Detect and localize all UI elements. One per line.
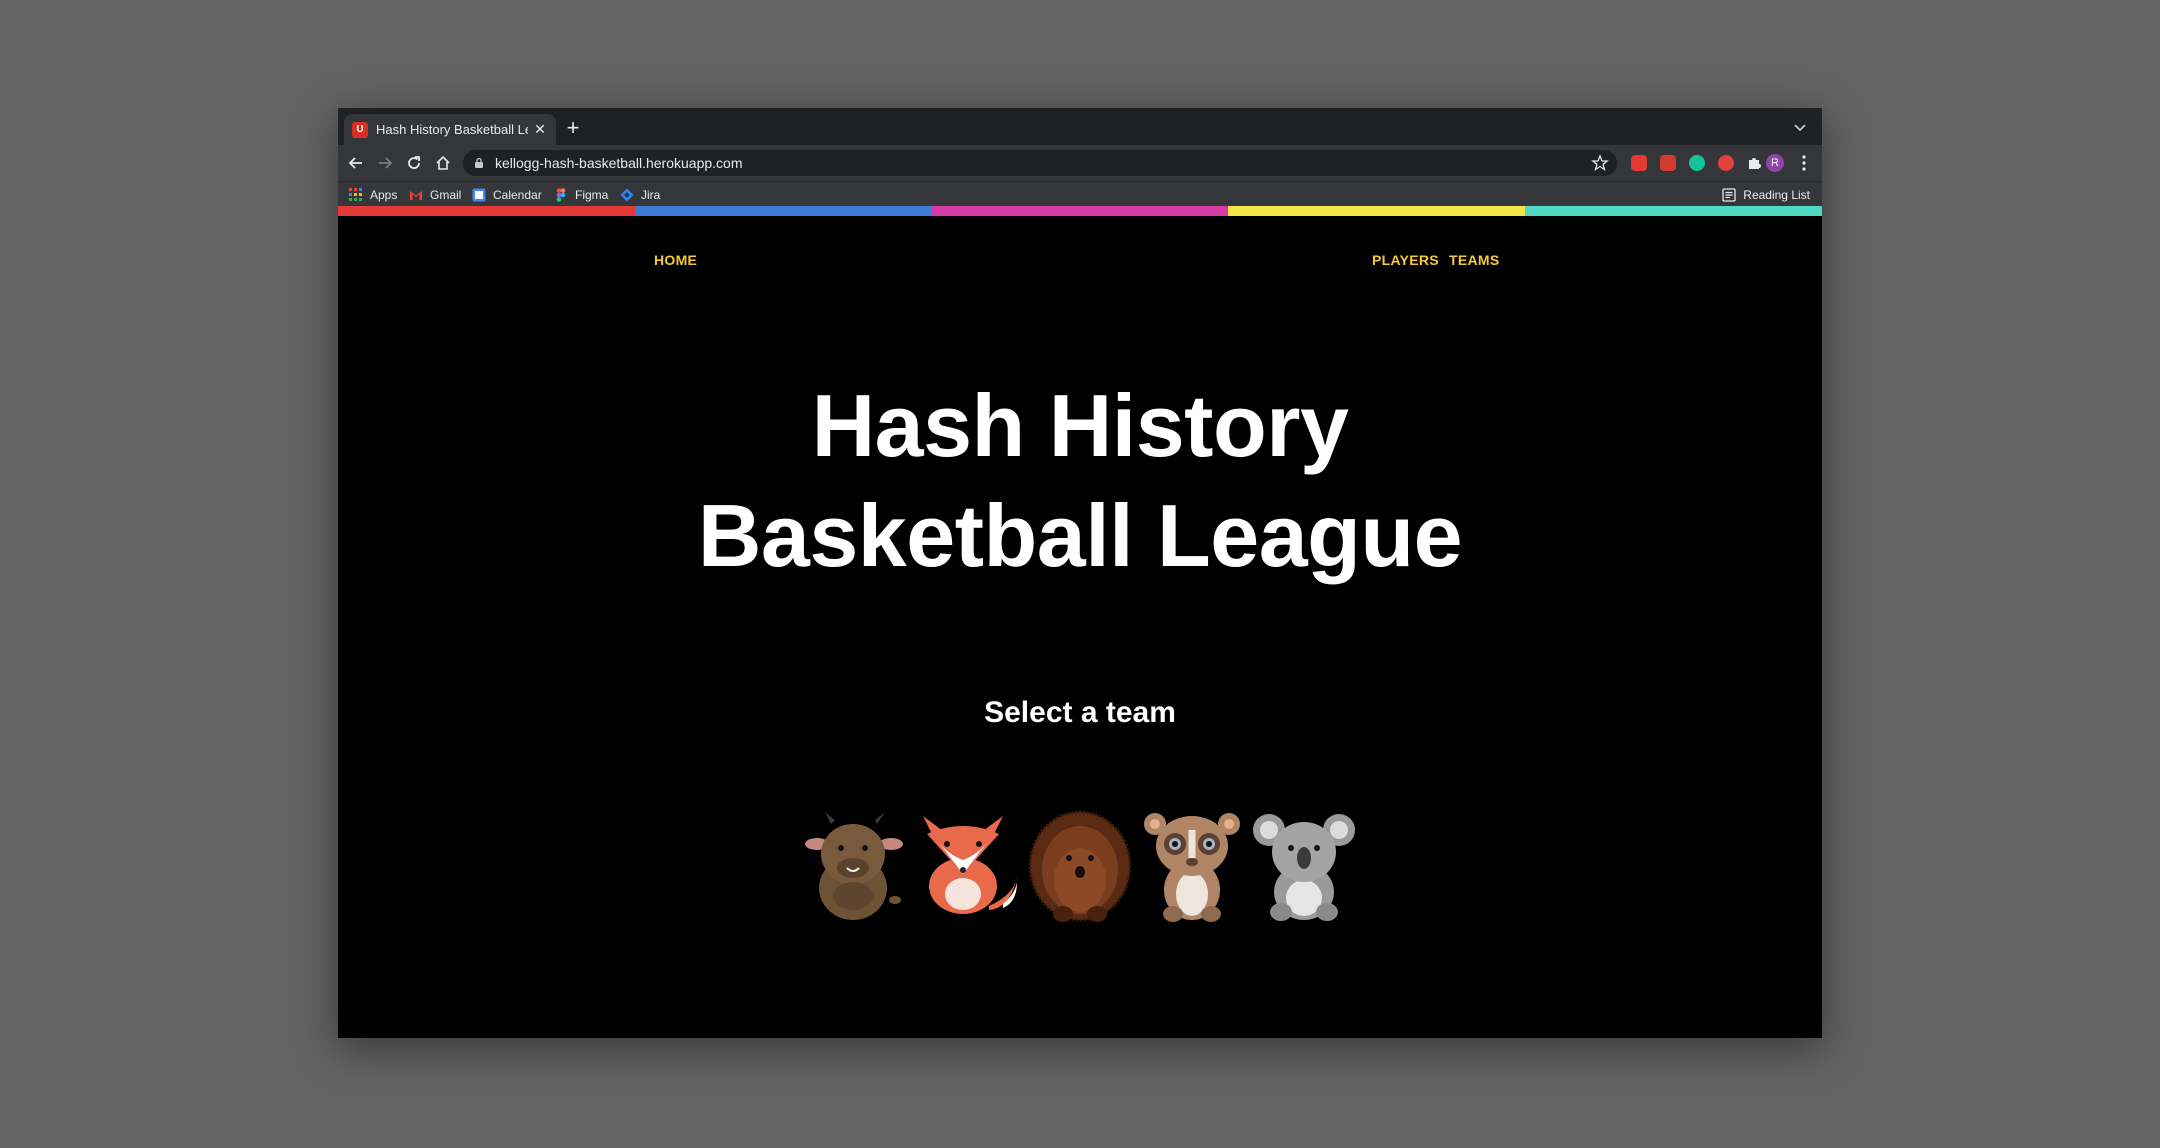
lemur-icon[interactable]: [1141, 810, 1243, 922]
gmail-icon: [410, 191, 422, 200]
bookmark-label: Jira: [641, 188, 661, 202]
extension-ube-icon[interactable]: [1631, 155, 1647, 171]
bookmark-calendar[interactable]: Calendar: [472, 188, 542, 202]
bookmark-apps[interactable]: Apps: [349, 188, 397, 202]
close-tab-icon[interactable]: ✕: [532, 121, 548, 138]
site-favicon-icon: U: [352, 121, 368, 138]
tab-title: Hash History Basketball League: [376, 122, 528, 137]
home-button[interactable]: [431, 151, 455, 175]
new-tab-button[interactable]: +: [560, 115, 586, 141]
reading-list-button[interactable]: Reading List: [1722, 188, 1810, 202]
page-title: Hash History Basketball League: [338, 371, 1822, 591]
team-mascot-list: [338, 810, 1822, 922]
address-bar[interactable]: kellogg-hash-basketball.herokuapp.com: [463, 150, 1617, 176]
title-line-1: Hash History: [811, 376, 1349, 475]
back-arrow-icon: [348, 157, 362, 169]
nav-home-link[interactable]: HOME: [654, 252, 697, 268]
browser-window: U Hash History Basketball League ✕ +: [338, 108, 1822, 1038]
select-team-heading: Select a team: [984, 696, 1176, 729]
url-text: kellogg-hash-basketball.herokuapp.com: [495, 155, 743, 171]
forward-arrow-icon: [379, 157, 393, 169]
browser-toolbar: kellogg-hash-basketball.herokuapp.com R: [338, 145, 1822, 181]
browser-menu-icon[interactable]: [1796, 154, 1812, 172]
extension-todoist-icon[interactable]: [1660, 155, 1676, 171]
bookmark-star-icon[interactable]: [1591, 154, 1609, 172]
nav-players-link[interactable]: PLAYERS: [1372, 252, 1439, 268]
lock-icon: [475, 157, 483, 168]
koala-icon[interactable]: [1253, 810, 1355, 922]
extension-adblock-icon[interactable]: [1718, 155, 1734, 171]
reading-list-icon: [1722, 188, 1736, 202]
home-icon: [436, 155, 450, 170]
extension-grammarly-icon[interactable]: [1689, 155, 1705, 171]
fox-icon[interactable]: [917, 810, 1019, 922]
tab-search-chevron-icon[interactable]: [1790, 117, 1810, 137]
browser-tab[interactable]: U Hash History Basketball League ✕: [344, 114, 556, 145]
bull-icon[interactable]: [805, 810, 907, 922]
bookmark-gmail[interactable]: Gmail: [409, 188, 461, 202]
page-content: HOME PLAYERS TEAMS Hash History Basketba…: [338, 216, 1822, 1038]
bookmark-label: Figma: [575, 188, 609, 202]
profile-avatar[interactable]: R: [1766, 154, 1784, 172]
hedgehog-icon[interactable]: [1029, 810, 1131, 922]
reload-button[interactable]: [402, 151, 426, 175]
title-line-2: Basketball League: [697, 486, 1463, 585]
rainbow-red-segment: [338, 206, 635, 216]
bookmark-label: Apps: [370, 188, 398, 202]
rainbow-yellow-segment: [1228, 206, 1526, 216]
rainbow-teal-segment: [1525, 206, 1822, 216]
tab-strip: U Hash History Basketball League ✕ +: [338, 108, 1822, 145]
rainbow-blue-segment: [634, 206, 932, 216]
figma-icon: [556, 188, 566, 202]
reload-icon: [408, 156, 420, 169]
apps-grid-icon: [349, 188, 362, 201]
bookmark-label: Gmail: [430, 188, 462, 202]
reading-list-label: Reading List: [1743, 188, 1810, 202]
extensions-puzzle-icon[interactable]: [1746, 155, 1762, 171]
bookmark-label: Calendar: [493, 188, 542, 202]
forward-button[interactable]: [373, 151, 397, 175]
jira-icon: [620, 188, 634, 202]
rainbow-strip: [338, 206, 1822, 216]
bookmark-jira[interactable]: Jira: [620, 188, 660, 202]
bookmark-figma[interactable]: Figma: [554, 188, 608, 202]
nav-teams-link[interactable]: TEAMS: [1449, 252, 1500, 268]
calendar-icon: [472, 188, 486, 202]
back-button[interactable]: [344, 151, 368, 175]
rainbow-pink-segment: [931, 206, 1229, 216]
